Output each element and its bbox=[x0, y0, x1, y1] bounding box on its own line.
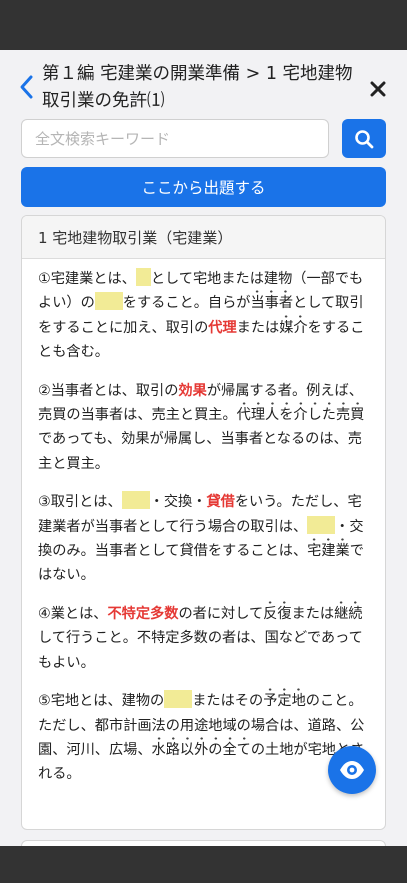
paragraph-1: ①宅建業とは、 として宅地または建物（一部でもよい）の をすること。自らが当事者とし… bbox=[38, 267, 371, 365]
blank-box[interactable] bbox=[94, 292, 123, 311]
search-icon bbox=[355, 129, 374, 148]
paragraph-5: ⑤宅地とは、建物の またはその予定地のこと。ただし、都市計画法の用途地域の場合は、… bbox=[38, 689, 371, 787]
blank-box[interactable] bbox=[135, 268, 151, 286]
start-quiz-button[interactable]: ここから出題する bbox=[21, 167, 386, 207]
paragraph-2: ②当事者とは、取引の効果が帰属する者。例えば、売買の当事者は、売主と買主。代理人… bbox=[38, 382, 365, 472]
bottom-bar bbox=[0, 846, 407, 883]
search-input[interactable] bbox=[22, 120, 328, 157]
back-button[interactable] bbox=[16, 72, 38, 102]
content-card: 1 宅地建物取引業（宅建業） ①宅建業とは、 として宅地または建物（一部でもよい）… bbox=[21, 215, 386, 830]
paragraph-3: ③取引とは、 ・交換・貸借をいう。ただし、宅建業者が当事者として行う場合の取引は、… bbox=[38, 490, 371, 588]
blank-box[interactable] bbox=[307, 515, 336, 534]
toggle-answers-button[interactable] bbox=[328, 746, 376, 794]
close-button[interactable] bbox=[368, 79, 388, 99]
search-box bbox=[21, 119, 329, 158]
close-icon bbox=[370, 81, 386, 97]
status-bar bbox=[0, 0, 407, 50]
chevron-left-icon bbox=[20, 75, 33, 99]
paragraph-4: ④業とは、不特定多数の者に対して反復または継続して行うこと。不特定多数の者は、国… bbox=[38, 605, 363, 671]
eye-icon bbox=[340, 761, 364, 779]
blank-box[interactable] bbox=[164, 690, 193, 709]
card-heading: 1 宅地建物取引業（宅建業） bbox=[22, 216, 385, 259]
search-button[interactable] bbox=[342, 119, 386, 158]
blank-box[interactable] bbox=[121, 491, 150, 510]
card-body: ①宅建業とは、 として宅地または建物（一部でもよい）の をすること。自らが当事者とし… bbox=[22, 259, 385, 787]
page-title: 第１編 宅建業の開業準備 > 1 宅地建物取引業の免許⑴ bbox=[42, 64, 353, 111]
